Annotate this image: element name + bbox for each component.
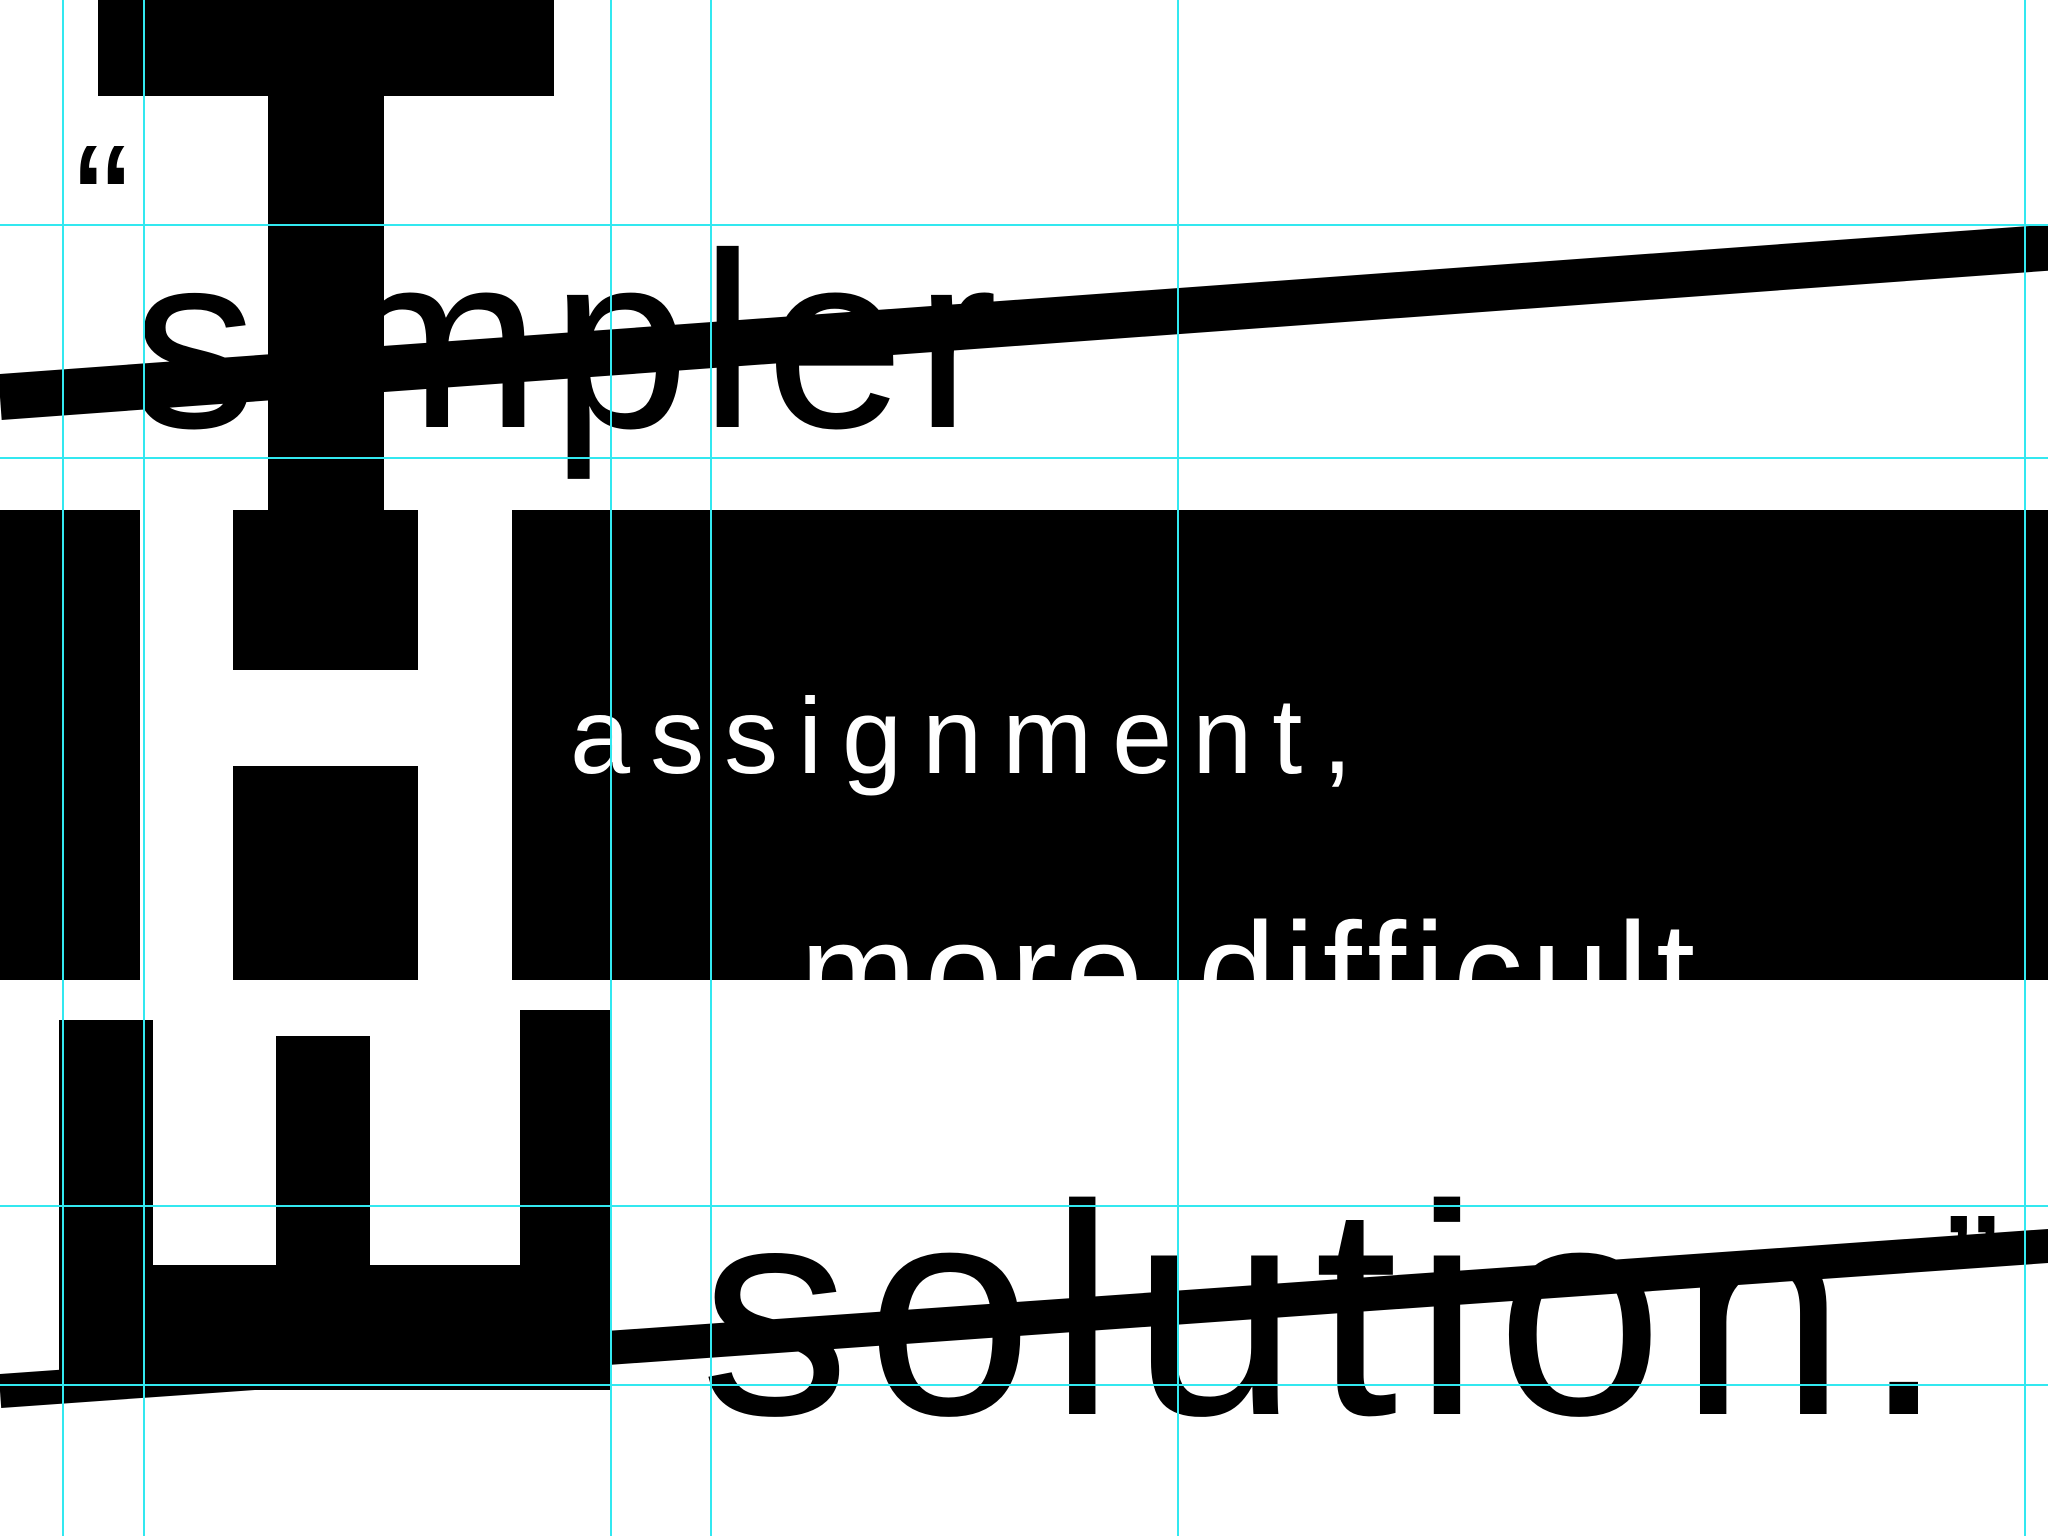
guide-horizontal xyxy=(0,224,2048,226)
open-quote: “ xyxy=(74,110,131,300)
black-band-h-low xyxy=(233,766,418,980)
guide-vertical xyxy=(610,0,612,1536)
word-assignment: assignment, xyxy=(570,675,1373,796)
guide-horizontal xyxy=(0,457,2048,459)
guide-vertical xyxy=(1177,0,1179,1536)
more-difficult-clip: more difficult xyxy=(780,860,1880,981)
guide-vertical xyxy=(62,0,64,1536)
guide-horizontal xyxy=(0,1384,2048,1386)
guide-horizontal xyxy=(0,1205,2048,1207)
black-band-h-mid xyxy=(233,510,418,670)
guide-vertical xyxy=(710,0,712,1536)
word-more-difficult: more difficult xyxy=(800,893,1704,981)
guide-vertical xyxy=(2024,0,2026,1536)
letter-t-bar xyxy=(98,0,554,96)
close-quote: ” xyxy=(1944,1180,2001,1370)
black-band-left xyxy=(0,510,140,980)
poster-canvas: “ simpler assignment, more difficult sol… xyxy=(0,0,2048,1536)
letter-u-notch xyxy=(276,1036,370,1266)
guide-vertical xyxy=(143,0,145,1536)
